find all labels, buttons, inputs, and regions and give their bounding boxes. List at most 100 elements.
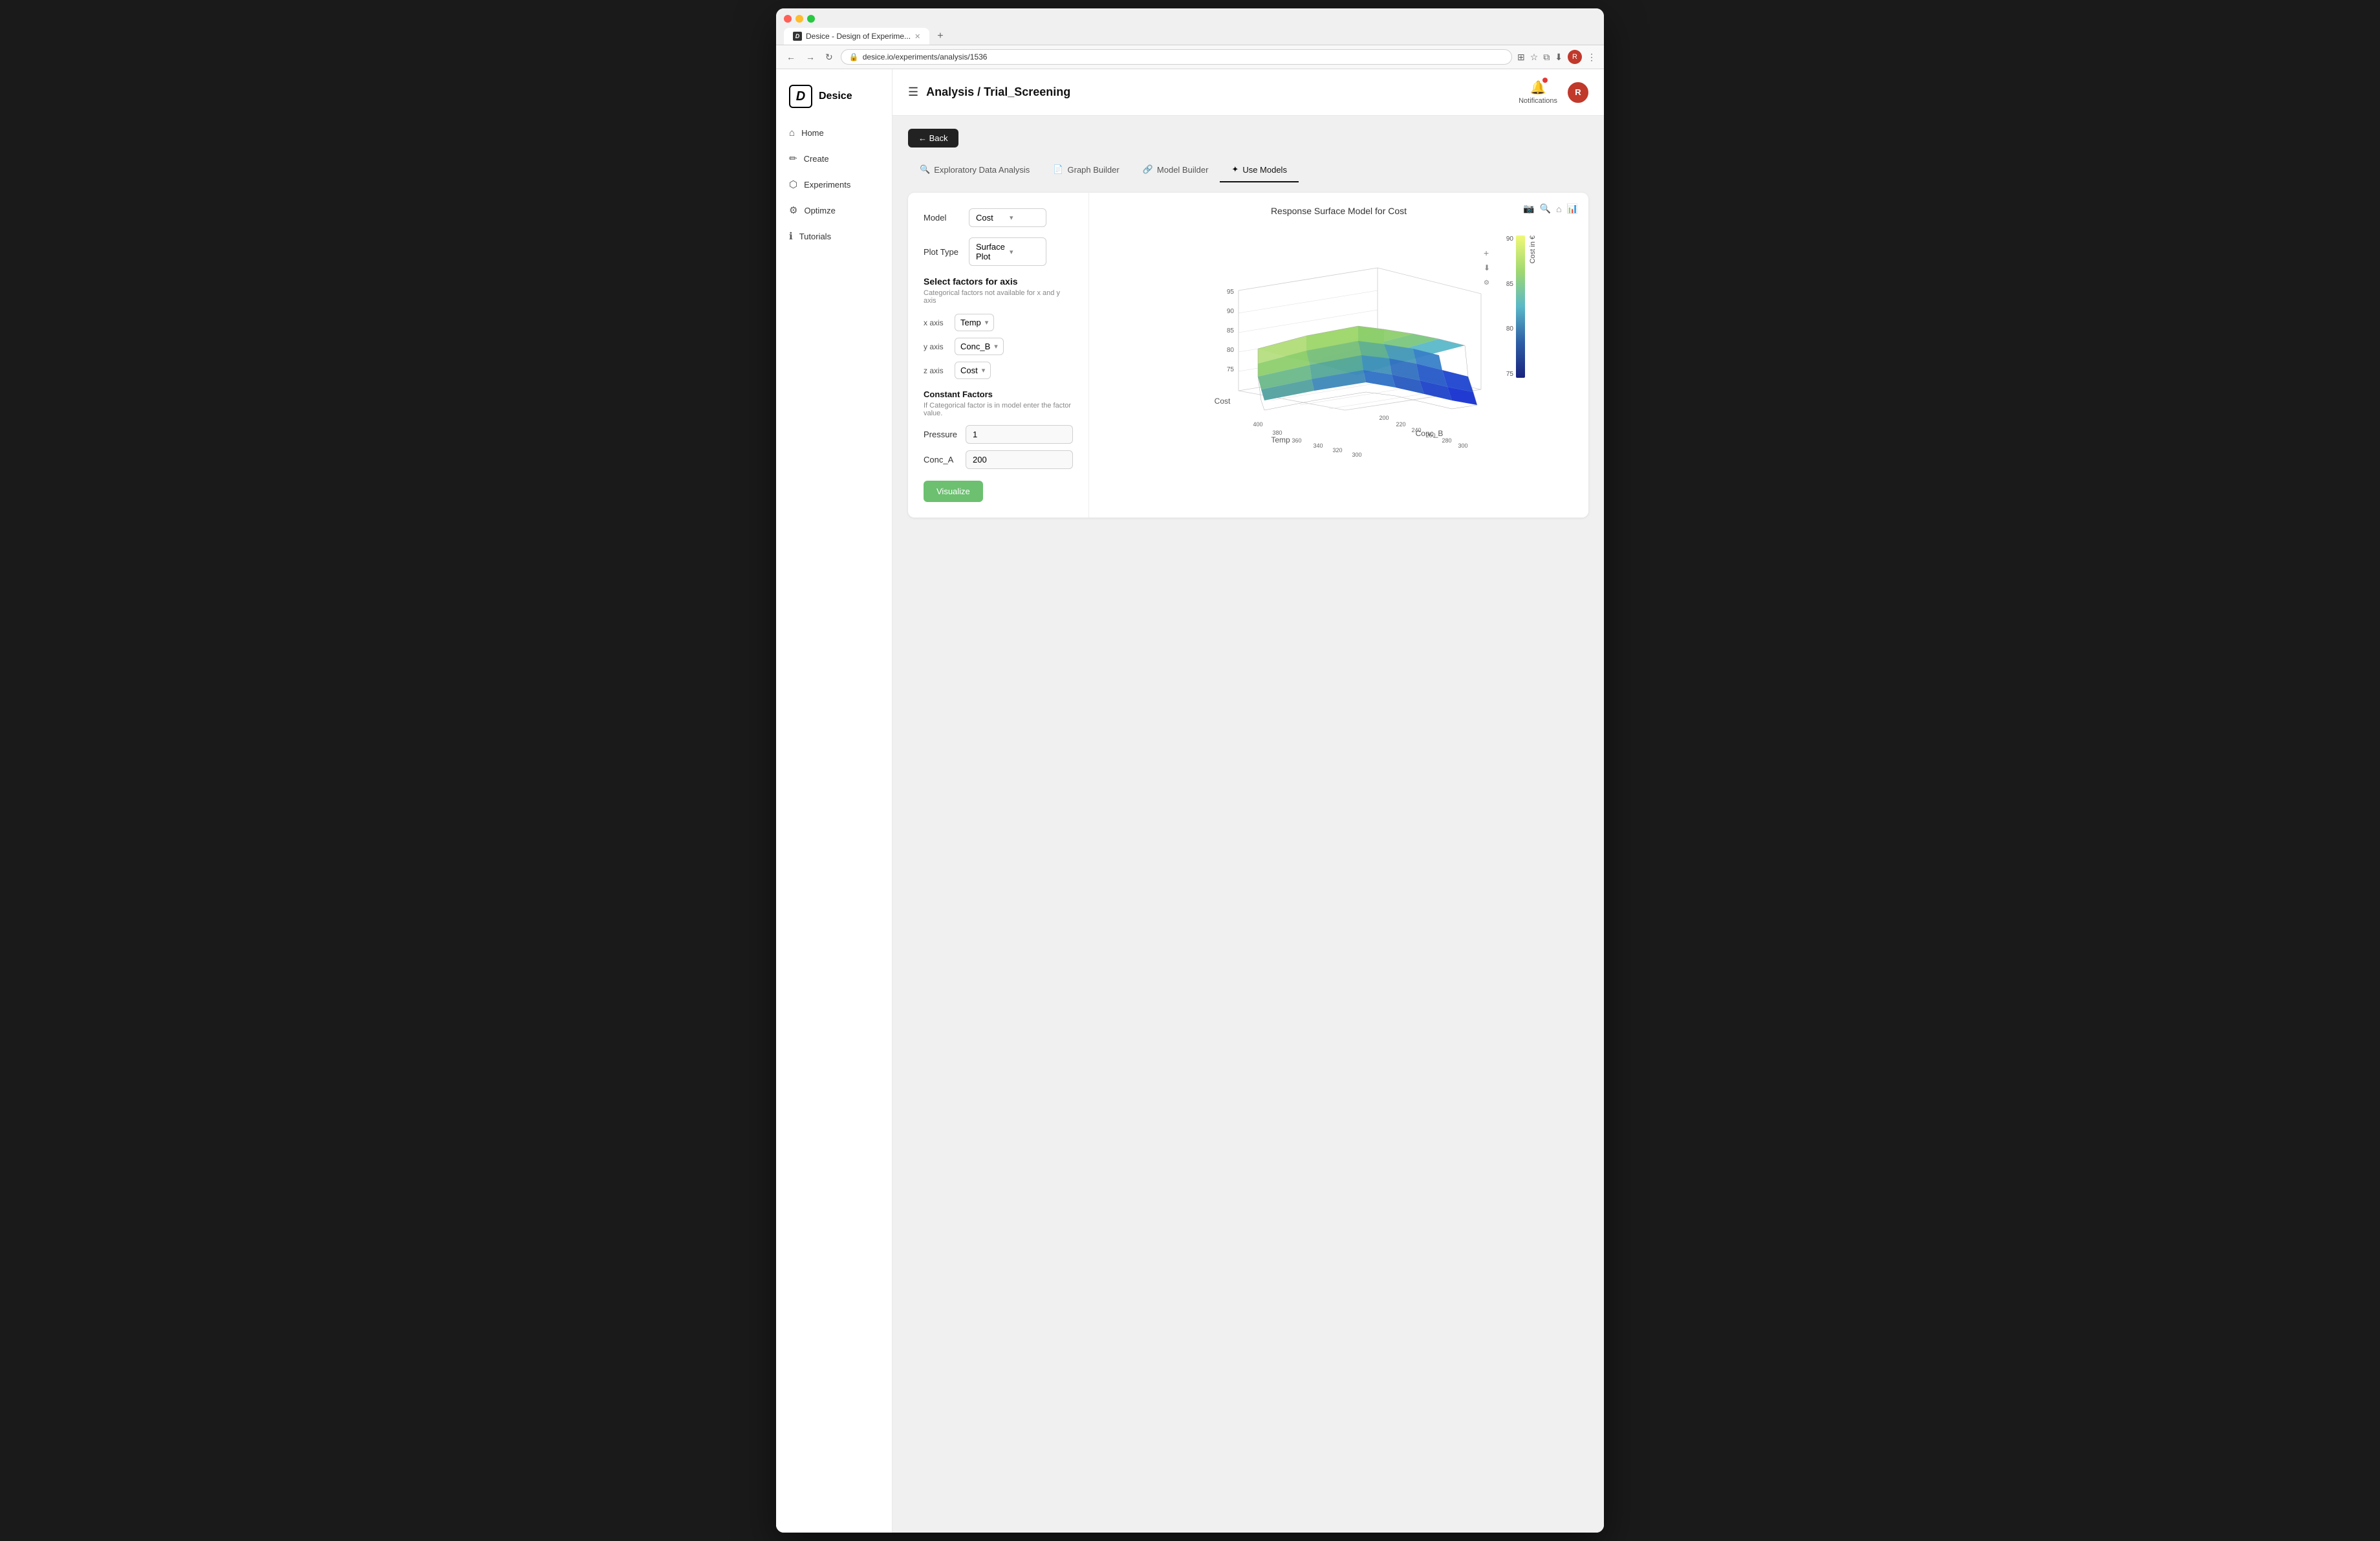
logo-area: D Desice — [776, 80, 892, 121]
x-axis-select-arrow: ▾ — [985, 318, 989, 327]
svg-text:220: 220 — [1396, 421, 1405, 428]
svg-text:300: 300 — [1458, 443, 1467, 449]
browser-tab[interactable]: D Desice - Design of Experime... ✕ — [784, 28, 929, 45]
color-scale-label-75: 75 — [1506, 371, 1513, 378]
forward-nav-button[interactable]: → — [803, 50, 817, 63]
svg-text:⚙: ⚙ — [1484, 279, 1489, 287]
app-main: ☰ Analysis / Trial_Screening 🔔 Notificat… — [892, 69, 1604, 1533]
minimize-traffic-light[interactable] — [795, 15, 803, 23]
model-select[interactable]: Cost ▾ — [969, 208, 1046, 227]
svg-text:360: 360 — [1292, 437, 1301, 444]
plot-type-label: Plot Type — [924, 247, 962, 257]
notifications-label: Notifications — [1519, 97, 1557, 105]
svg-text:340: 340 — [1313, 443, 1323, 449]
color-scale-axis-label: Cost in € — [1529, 235, 1537, 263]
notification-badge — [1542, 78, 1548, 83]
camera-button[interactable]: 📷 — [1523, 203, 1534, 214]
page-title: Analysis / Trial_Screening — [926, 85, 1070, 99]
menu-button[interactable]: ⋮ — [1587, 52, 1596, 63]
z-axis-row: z axis Cost ▾ — [924, 362, 1073, 379]
z-axis-select[interactable]: Cost ▾ — [955, 362, 991, 379]
maximize-traffic-light[interactable] — [807, 15, 815, 23]
svg-text:400: 400 — [1253, 421, 1262, 428]
sidebar-item-experiments-label: Experiments — [804, 180, 850, 190]
color-scale-label-80: 80 — [1506, 325, 1513, 333]
right-panel: Response Surface Model for Cost 📷 🔍 ⌂ 📊 — [1089, 193, 1588, 518]
visualize-button[interactable]: Visualize — [924, 481, 983, 502]
sidebar-item-home[interactable]: ⌂ Home — [776, 121, 892, 145]
sidebar-item-create-label: Create — [804, 154, 829, 164]
tab-close-button[interactable]: ✕ — [914, 32, 920, 41]
url-text: desice.io/experiments/analysis/1536 — [863, 52, 988, 61]
svg-text:200: 200 — [1379, 415, 1389, 421]
notifications-button[interactable]: 🔔 Notifications — [1519, 80, 1557, 105]
tab-use-models[interactable]: ✦ Use Models — [1220, 158, 1299, 182]
pressure-input[interactable] — [966, 425, 1073, 444]
svg-text:75: 75 — [1227, 366, 1235, 373]
sidebar-item-experiments[interactable]: ⬡ Experiments — [776, 172, 892, 197]
tab-model-builder[interactable]: 🔗 Model Builder — [1131, 158, 1220, 182]
tab-eda[interactable]: 🔍 Exploratory Data Analysis — [908, 158, 1041, 182]
download-button[interactable]: ⬇ — [1555, 52, 1563, 63]
plot-type-select-arrow: ▾ — [1010, 248, 1039, 256]
back-button[interactable]: ← Back — [908, 129, 958, 148]
new-tab-button[interactable]: + — [932, 28, 948, 45]
bell-icon: 🔔 — [1530, 81, 1546, 95]
tabs-row: 🔍 Exploratory Data Analysis 📄 Graph Buil… — [908, 158, 1588, 182]
reload-button[interactable]: ↻ — [823, 50, 836, 64]
x-axis-select[interactable]: Temp ▾ — [955, 314, 994, 331]
svg-text:80: 80 — [1227, 347, 1235, 354]
bookmark-button[interactable]: ☆ — [1530, 52, 1539, 63]
conc-a-row: Conc_A — [924, 450, 1073, 469]
svg-text:90: 90 — [1227, 308, 1235, 315]
select-factors-title: Select factors for axis — [924, 276, 1073, 287]
extensions-button[interactable]: ⧉ — [1543, 52, 1550, 63]
user-avatar[interactable]: R — [1568, 82, 1588, 103]
color-scale-label-90: 90 — [1506, 235, 1513, 243]
svg-text:380: 380 — [1272, 430, 1282, 436]
plot-type-select[interactable]: Surface Plot ▾ — [969, 237, 1046, 266]
model-label: Model — [924, 213, 962, 223]
address-bar-row: ← → ↻ 🔒 desice.io/experiments/analysis/1… — [776, 45, 1604, 69]
model-select-arrow: ▾ — [1010, 213, 1039, 222]
svg-text:+: + — [1484, 248, 1489, 258]
constant-factors-sub: If Categorical factor is in model enter … — [924, 402, 1073, 417]
zoom-button[interactable]: 🔍 — [1540, 203, 1551, 214]
content-area: ← Back 🔍 Exploratory Data Analysis 📄 Gra… — [892, 116, 1604, 1533]
sidebar-item-tutorials[interactable]: ℹ Tutorials — [776, 224, 892, 248]
profile-button[interactable]: R — [1568, 50, 1582, 64]
tab-title: Desice - Design of Experime... — [806, 32, 911, 41]
sidebar-item-home-label: Home — [801, 128, 824, 138]
constant-factors-title: Constant Factors — [924, 389, 1073, 399]
y-axis-row: y axis Conc_B ▾ — [924, 338, 1073, 355]
svg-text:320: 320 — [1332, 447, 1342, 454]
header-left: ☰ Analysis / Trial_Screening — [908, 85, 1070, 99]
svg-text:280: 280 — [1442, 437, 1451, 444]
model-icon: 🔗 — [1143, 164, 1153, 175]
conc-a-input[interactable] — [966, 450, 1073, 469]
y-axis-select[interactable]: Conc_B ▾ — [955, 338, 1004, 355]
sidebar-toggle-button[interactable]: ☰ — [908, 85, 918, 99]
create-icon: ✏ — [789, 153, 797, 164]
model-field-row: Model Cost ▾ — [924, 208, 1073, 227]
left-panel: Model Cost ▾ Plot Type Surface Plot ▾ — [908, 193, 1089, 518]
temp-axis-label: Temp — [1271, 435, 1290, 444]
nav-items: ⌂ Home ✏ Create ⬡ Experiments ⚙ Optimze … — [776, 121, 892, 248]
logo-icon: D — [789, 85, 812, 108]
back-nav-button[interactable]: ← — [784, 50, 798, 63]
y-axis-label: y axis — [924, 342, 948, 351]
close-traffic-light[interactable] — [784, 15, 792, 23]
home-chart-button[interactable]: ⌂ — [1556, 203, 1561, 214]
x-axis-row: x axis Temp ▾ — [924, 314, 1073, 331]
translate-button[interactable]: ⊞ — [1517, 52, 1525, 63]
tab-graph-builder[interactable]: 📄 Graph Builder — [1041, 158, 1130, 182]
svg-text:⬇: ⬇ — [1484, 263, 1490, 272]
chart-svg-area: Cost Temp Conc_B 95 90 85 80 75 400 — [1102, 223, 1575, 468]
y-axis-select-arrow: ▾ — [994, 342, 998, 351]
sidebar-item-create[interactable]: ✏ Create — [776, 146, 892, 171]
z-axis-select-arrow: ▾ — [982, 366, 986, 375]
bar-chart-button[interactable]: 📊 — [1567, 203, 1578, 214]
sidebar-item-tutorials-label: Tutorials — [799, 232, 831, 241]
sidebar-item-optimize[interactable]: ⚙ Optimze — [776, 198, 892, 223]
address-bar[interactable]: 🔒 desice.io/experiments/analysis/1536 — [841, 49, 1512, 65]
